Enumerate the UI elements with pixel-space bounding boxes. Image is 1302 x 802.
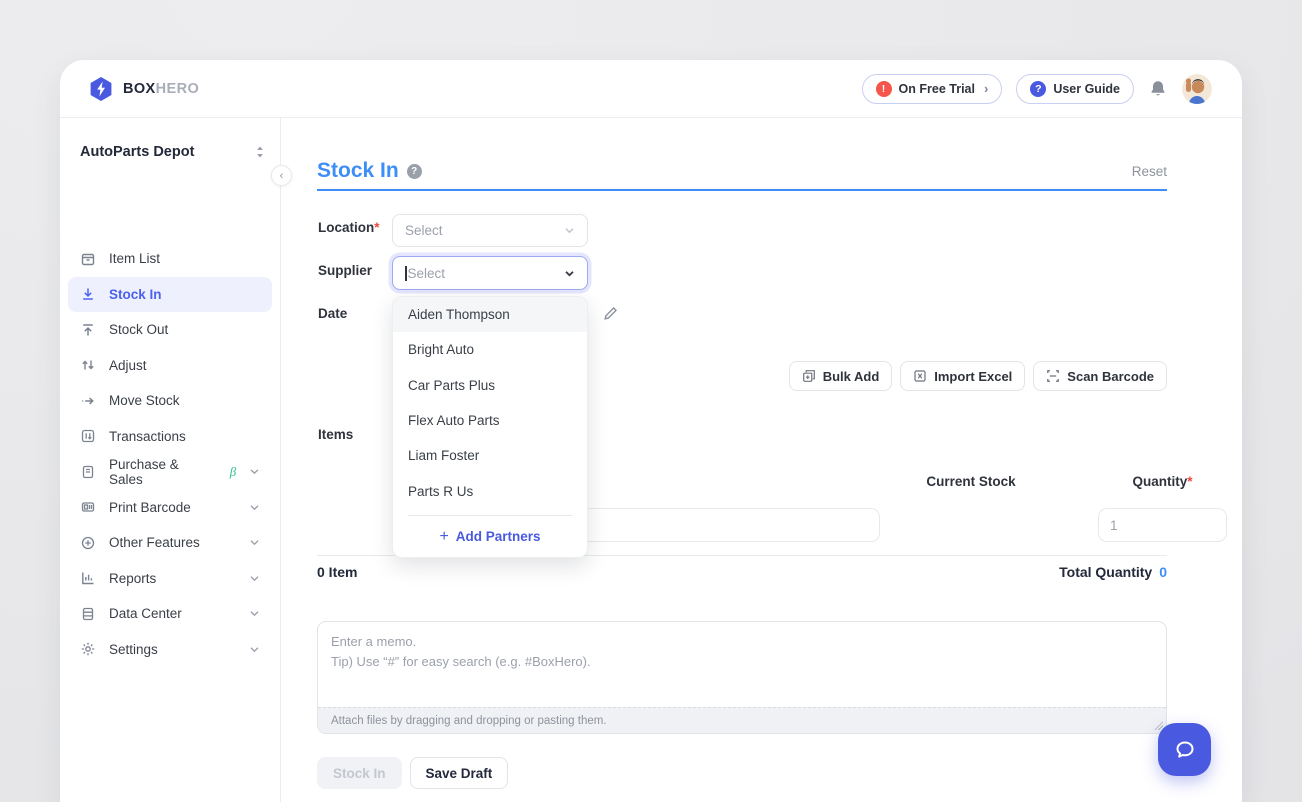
gear-icon <box>80 641 96 657</box>
boxhero-logo[interactable]: BOXHERO <box>88 76 199 102</box>
sidebar-item-adjust[interactable]: Adjust <box>68 348 272 384</box>
plus-circle-icon <box>80 535 96 551</box>
sidebar-item-stock-in[interactable]: Stock In <box>68 277 272 313</box>
beta-badge: β <box>230 464 236 480</box>
chat-support-button[interactable] <box>1158 723 1211 776</box>
app-window: BOXHERO ! On Free Trial › ? User Guide <box>60 60 1242 802</box>
total-quantity: Total Quantity0 <box>1059 564 1167 580</box>
chevron-down-icon <box>249 466 260 477</box>
workspace-sort-icon <box>254 145 266 159</box>
plus-icon: + <box>439 528 448 546</box>
items-section-label: Items <box>318 427 353 442</box>
stock-in-arrow-icon <box>80 286 96 302</box>
sidebar-item-stock-out[interactable]: Stock Out <box>68 312 272 348</box>
date-label: Date <box>318 306 347 321</box>
edit-pencil-icon[interactable] <box>603 306 618 321</box>
chevron-down-icon <box>249 502 260 513</box>
quantity-input[interactable] <box>1098 508 1227 542</box>
trial-label: On Free Trial <box>899 82 975 96</box>
stock-out-arrow-icon <box>80 322 96 338</box>
location-label: Location* <box>318 220 380 235</box>
sidebar-item-move-stock[interactable]: Move Stock <box>68 383 272 419</box>
workspace-name: AutoParts Depot <box>80 144 194 160</box>
page-title: Stock In <box>317 159 399 183</box>
stock-in-submit-button[interactable]: Stock In <box>317 757 402 789</box>
chat-bubble-icon <box>1173 738 1197 762</box>
sidebar-item-data-center[interactable]: Data Center <box>68 596 272 632</box>
question-badge-icon: ? <box>1030 81 1046 97</box>
database-icon <box>80 606 96 622</box>
sidebar-item-reports[interactable]: Reports <box>68 561 272 597</box>
chevron-down-icon <box>249 644 260 655</box>
sidebar-item-other-features[interactable]: Other Features <box>68 525 272 561</box>
top-bar: BOXHERO ! On Free Trial › ? User Guide <box>60 60 1242 118</box>
sidebar-item-settings[interactable]: Settings <box>68 632 272 668</box>
transactions-icon <box>80 428 96 444</box>
sidebar-item-print-barcode[interactable]: Print Barcode <box>68 490 272 526</box>
required-asterisk: * <box>374 220 379 235</box>
package-icon <box>80 251 96 267</box>
sidebar-item-item-list[interactable]: Item List <box>68 241 272 277</box>
column-quantity: Quantity* <box>1098 474 1227 489</box>
sidebar-item-purchase-sales[interactable]: Purchase & Sales β <box>68 454 272 490</box>
supplier-label: Supplier <box>318 263 372 278</box>
sidebar-collapse-button[interactable]: ‹ <box>271 165 292 186</box>
reset-button[interactable]: Reset <box>1132 164 1167 179</box>
excel-file-icon <box>913 369 927 383</box>
supplier-option[interactable]: Liam Foster <box>393 438 587 473</box>
sidebar: AutoParts Depot Item List Stock In Stock… <box>60 118 281 802</box>
supplier-option[interactable]: Bright Auto <box>393 332 587 367</box>
user-guide-button[interactable]: ? User Guide <box>1016 74 1134 104</box>
supplier-option[interactable]: Flex Auto Parts <box>393 403 587 438</box>
title-underline <box>317 189 1167 191</box>
chevron-down-icon <box>249 537 260 548</box>
save-draft-button[interactable]: Save Draft <box>410 757 509 789</box>
guide-label: User Guide <box>1053 82 1120 96</box>
alert-badge-icon: ! <box>876 81 892 97</box>
import-excel-button[interactable]: Import Excel <box>900 361 1025 391</box>
help-icon[interactable]: ? <box>407 164 422 179</box>
chevron-down-icon <box>249 608 260 619</box>
on-free-trial-button[interactable]: ! On Free Trial › <box>862 74 1003 104</box>
supplier-option[interactable]: Aiden Thompson <box>393 297 587 332</box>
bulk-add-button[interactable]: Bulk Add <box>789 361 893 391</box>
attach-files-hint: Attach files by dragging and dropping or… <box>318 707 1166 733</box>
bar-chart-icon <box>80 570 96 586</box>
scan-barcode-button[interactable]: Scan Barcode <box>1033 361 1167 391</box>
adjust-arrows-icon <box>80 357 96 373</box>
move-arrow-icon <box>80 393 96 409</box>
brand-name: BOXHERO <box>123 81 199 97</box>
document-icon <box>80 464 96 480</box>
memo-placeholder: Enter a memo. Tip) Use “#” for easy sear… <box>318 622 1166 682</box>
sidebar-menu: Item List Stock In Stock Out Adjust Move… <box>68 241 272 667</box>
dropdown-divider <box>408 515 572 516</box>
user-avatar[interactable] <box>1182 74 1212 104</box>
supplier-option[interactable]: Car Parts Plus <box>393 368 587 403</box>
sidebar-item-transactions[interactable]: Transactions <box>68 419 272 455</box>
location-select[interactable]: Select <box>392 214 588 247</box>
chevron-down-icon <box>564 225 575 236</box>
scan-frame-icon <box>1046 369 1060 383</box>
chevron-right-icon: › <box>984 82 988 95</box>
item-count: 0 Item <box>317 564 357 580</box>
supplier-option[interactable]: Parts R Us <box>393 473 587 508</box>
bulk-add-icon <box>802 369 816 383</box>
memo-textarea[interactable]: Enter a memo. Tip) Use “#” for easy sear… <box>317 621 1167 734</box>
total-quantity-value: 0 <box>1159 564 1167 580</box>
add-partners-button[interactable]: + Add Partners <box>393 521 587 553</box>
notifications-bell-icon[interactable] <box>1148 79 1168 99</box>
workspace-switcher[interactable]: AutoParts Depot <box>60 118 280 160</box>
supplier-select[interactable]: Select <box>392 256 588 290</box>
boxhero-hexagon-icon <box>88 76 114 102</box>
main-content: Stock In ? Reset Location* Select Suppli… <box>281 118 1242 802</box>
barcode-label-icon <box>80 499 96 515</box>
chevron-down-icon <box>564 268 575 279</box>
required-asterisk: * <box>1187 474 1192 489</box>
text-cursor <box>405 266 407 281</box>
chevron-down-icon <box>249 573 260 584</box>
supplier-dropdown: Aiden Thompson Bright Auto Car Parts Plu… <box>392 296 588 558</box>
column-current-stock: Current Stock <box>911 474 1031 489</box>
